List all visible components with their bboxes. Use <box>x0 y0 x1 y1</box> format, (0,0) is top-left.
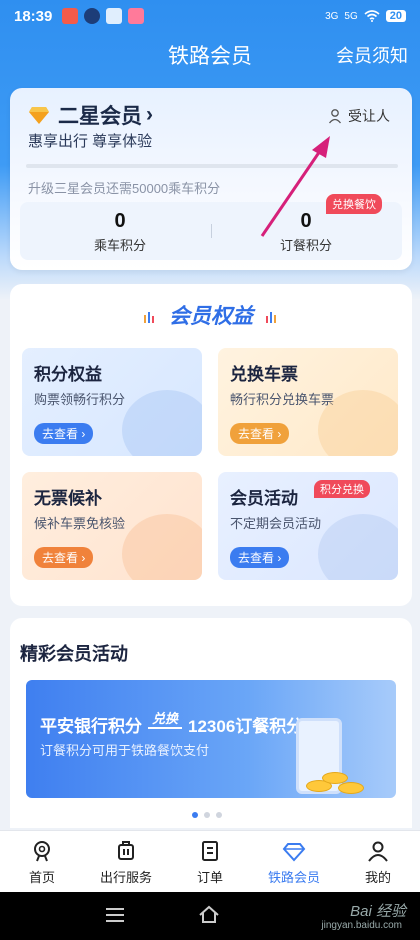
banner-headline: 平安银行积分 兑换 12306订餐积分 <box>40 711 304 737</box>
bars-deco-icon <box>265 312 276 324</box>
benefits-title-text: 会员权益 <box>169 305 253 328</box>
carousel-dots <box>192 812 222 818</box>
carousel-dot[interactable] <box>204 812 210 818</box>
luggage-icon <box>118 841 134 860</box>
view-button[interactable]: 去查看 › <box>34 547 94 568</box>
tab-orders[interactable]: 订单 <box>168 831 252 892</box>
activities-heading: 精彩会员活动 <box>20 644 128 664</box>
tile-title: 无票候补 <box>34 489 102 508</box>
battery-icon: 20 <box>385 10 406 22</box>
tab-label: 订单 <box>196 870 223 885</box>
member-benefits-section: 会员权益 积分权益 购票领畅行积分 去查看 › 兑换车票 畅行积分兑换车票 去查… <box>10 284 412 606</box>
bottom-tab-bar: 首页 出行服务 订单 铁路会员 我的 <box>0 830 420 892</box>
ride-points[interactable]: 0 乘车积分 <box>30 210 210 254</box>
upgrade-progress-bar <box>26 164 398 168</box>
view-button-label: 去查看 <box>238 427 275 441</box>
featured-activities-section: 精彩会员活动 平安银行积分 兑换 12306订餐积分 订餐积分可用于铁路餐饮支付 <box>10 618 412 828</box>
member-level-label: 二星会员 <box>58 105 142 128</box>
transfer-label: 受让人 <box>348 108 390 124</box>
person-icon <box>328 109 342 124</box>
tab-profile[interactable]: 我的 <box>336 831 420 892</box>
tile-title: 积分权益 <box>34 365 102 384</box>
member-level[interactable]: 二星会员 › <box>28 100 153 130</box>
profile-icon <box>368 841 388 862</box>
tab-railway-member[interactable]: 铁路会员 <box>252 831 336 892</box>
view-button-label: 去查看 <box>42 427 79 441</box>
activity-banner[interactable]: 平安银行积分 兑换 12306订餐积分 订餐积分可用于铁路餐饮支付 <box>26 680 396 798</box>
tab-label: 我的 <box>364 870 391 885</box>
exchange-meal-badge[interactable]: 兑换餐饮 <box>326 194 382 214</box>
order-icon <box>202 841 218 861</box>
top-nav: 铁路会员 会员须知 <box>0 32 420 76</box>
tab-home[interactable]: 首页 <box>0 831 84 892</box>
carousel-dot[interactable] <box>192 812 198 818</box>
meal-points-label: 订餐积分 <box>279 238 332 253</box>
transfer-recipient-button[interactable]: 受让人 <box>328 106 390 126</box>
clock: 18:39 <box>14 7 53 25</box>
ride-points-label: 乘车积分 <box>93 238 146 253</box>
member-slogan: 惠享出行 尊享体验 <box>28 133 153 150</box>
ride-points-value: 0 <box>114 210 126 232</box>
view-button[interactable]: 去查看 › <box>230 423 290 444</box>
member-notice-link[interactable]: 会员须知 <box>336 42 408 68</box>
notification-icon <box>62 8 79 24</box>
wifi-icon <box>364 10 380 22</box>
tab-label: 铁路会员 <box>267 870 320 885</box>
points-panel: 0 乘车积分 0 订餐积分 兑换餐饮 <box>20 194 402 260</box>
upgrade-hint: 升级三星会员还需50000乘车积分 <box>28 181 221 196</box>
benefit-tile-exchange-ticket[interactable]: 兑换车票 畅行积分兑换车票 去查看 › <box>218 348 398 456</box>
divider <box>211 224 212 238</box>
benefit-tile-waitlist[interactable]: 无票候补 候补车票免核验 去查看 › <box>22 472 202 580</box>
view-button[interactable]: 去查看 › <box>34 423 94 444</box>
watermark-logo: Bai 经验 <box>350 903 406 920</box>
banner-right-text: 12306订餐积分 <box>188 717 304 736</box>
notification-icon <box>128 8 145 24</box>
bars-deco-icon <box>144 312 155 324</box>
view-button-label: 去查看 <box>42 551 79 565</box>
member-card: 二星会员 › 惠享出行 尊享体验 受让人 升级三星会员还需50000乘车积分 0… <box>10 88 412 270</box>
view-button-label: 去查看 <box>238 551 275 565</box>
benefit-tile-points[interactable]: 积分权益 购票领畅行积分 去查看 › <box>22 348 202 456</box>
carousel-dot[interactable] <box>216 812 222 818</box>
watermark-url: jingyan.baidu.com <box>321 920 402 931</box>
banner-subtitle: 订餐积分可用于铁路餐饮支付 <box>40 743 210 758</box>
points-exchange-badge: 积分兑换 <box>314 480 370 498</box>
home-icon <box>34 841 50 862</box>
tab-label: 出行服务 <box>99 870 152 885</box>
signal-3g-icon: 3G <box>325 10 339 22</box>
menu-icon[interactable] <box>106 908 124 922</box>
system-navigation-bar: Bai 经验 jingyan.baidu.com <box>0 892 420 940</box>
notification-icon <box>84 8 101 24</box>
signal-5g-icon: 5G <box>344 10 358 22</box>
benefits-title: 会员权益 <box>10 300 412 330</box>
meal-points[interactable]: 0 订餐积分 <box>216 210 396 254</box>
notification-icon <box>106 8 123 24</box>
diamond-badge-icon <box>29 107 49 124</box>
chevron-right-icon: › <box>146 103 153 126</box>
home-nav-icon[interactable] <box>198 904 220 924</box>
system-indicators: 3G 5G 20 <box>325 10 406 22</box>
coin-illustration <box>338 782 364 794</box>
tab-travel-services[interactable]: 出行服务 <box>84 831 168 892</box>
view-button[interactable]: 去查看 › <box>230 547 290 568</box>
tile-title: 兑换车票 <box>230 365 298 384</box>
banner-exchange-arrow: 兑换 <box>148 708 183 729</box>
status-bar: 18:39 3G 5G 20 <box>0 0 420 32</box>
diamond-icon <box>282 843 306 862</box>
tab-label: 首页 <box>28 870 55 885</box>
benefit-tile-activities[interactable]: 会员活动 不定期会员活动 积分兑换 去查看 › <box>218 472 398 580</box>
banner-left-text: 平安银行积分 <box>40 717 142 736</box>
